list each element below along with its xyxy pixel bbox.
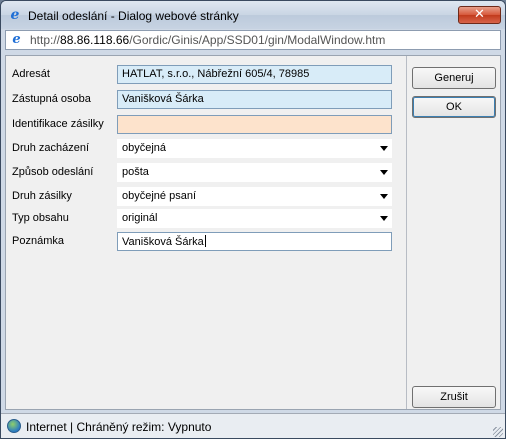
row-zpusob-odeslani: Způsob odeslání pošta	[6, 163, 406, 183]
url-host: 88.86.118.66	[60, 33, 130, 47]
button-panel: Generuj OK Zrušit	[406, 56, 500, 409]
dialog-window: e Detail odeslání - Dialog webové stránk…	[0, 0, 506, 439]
zastupna-osoba-field[interactable]: Vanišková Šárka	[117, 90, 392, 109]
ie-logo-icon: e	[10, 7, 20, 23]
text-caret	[204, 235, 206, 247]
zpusob-odeslani-select[interactable]: pošta	[117, 163, 392, 182]
dropdown-arrow-icon[interactable]	[380, 216, 388, 221]
row-druh-zasilky: Druh zásilky obyčejné psaní	[6, 187, 406, 207]
dialog-content: Adresát HATLAT, s.r.o., Nábřežní 605/4, …	[5, 55, 501, 410]
label-zpusob-odeslani: Způsob odeslání	[12, 166, 94, 178]
dropdown-arrow-icon[interactable]	[380, 170, 388, 175]
internet-zone-icon	[7, 419, 21, 433]
url-prefix: http://	[30, 33, 61, 47]
label-druh-zasilky: Druh zásilky	[12, 190, 72, 202]
label-identifikace: Identifikace zásilky	[12, 118, 104, 130]
poznamka-input[interactable]: Vanišková Šárka	[117, 232, 392, 251]
address-url: http://88.86.118.66/Gordic/Ginis/App/SSD…	[30, 33, 385, 47]
address-bar: e http://88.86.118.66/Gordic/Ginis/App/S…	[5, 30, 501, 50]
label-zastupna-osoba: Zástupná osoba	[12, 93, 91, 105]
window-title: Detail odeslání - Dialog webové stránky	[28, 9, 239, 23]
row-poznamka: Poznámka Vanišková Šárka	[6, 232, 406, 252]
row-adresat: Adresát HATLAT, s.r.o., Nábřežní 605/4, …	[6, 65, 406, 85]
title-bar[interactable]: e Detail odeslání - Dialog webové stránk…	[1, 1, 505, 29]
druh-zasilky-value: obyčejné psaní	[122, 190, 196, 202]
row-identifikace: Identifikace zásilky	[6, 115, 406, 135]
typ-obsahu-select[interactable]: originál	[117, 209, 392, 228]
adresat-field[interactable]: HATLAT, s.r.o., Nábřežní 605/4, 78985	[117, 65, 392, 84]
url-path: /Gordic/Ginis/App/SSD01/gin/ModalWindow.…	[129, 33, 386, 47]
druh-zasilky-select[interactable]: obyčejné psaní	[117, 187, 392, 206]
close-button[interactable]: ✕	[458, 6, 501, 24]
label-adresat: Adresát	[12, 68, 50, 80]
dropdown-arrow-icon[interactable]	[380, 146, 388, 151]
resize-grip-icon[interactable]	[493, 427, 503, 437]
row-zastupna-osoba: Zástupná osoba Vanišková Šárka	[6, 90, 406, 110]
generuj-button[interactable]: Generuj	[412, 67, 496, 89]
identifikace-zasilky-input[interactable]	[117, 115, 392, 134]
status-text: Internet | Chráněný režim: Vypnuto	[26, 420, 212, 434]
label-typ-obsahu: Typ obsahu	[12, 212, 69, 224]
dropdown-arrow-icon[interactable]	[380, 194, 388, 199]
label-poznamka: Poznámka	[12, 235, 64, 247]
status-bar: Internet | Chráněný režim: Vypnuto	[1, 413, 505, 438]
ie-page-icon: e	[12, 32, 21, 47]
label-druh-zachazeni: Druh zacházení	[12, 142, 90, 154]
row-druh-zachazeni: Druh zacházení obyčejná	[6, 139, 406, 159]
typ-obsahu-value: originál	[122, 212, 158, 224]
row-typ-obsahu: Typ obsahu originál	[6, 209, 406, 229]
form-panel: Adresát HATLAT, s.r.o., Nábřežní 605/4, …	[6, 56, 406, 409]
poznamka-value: Vanišková Šárka	[122, 236, 204, 248]
zrusit-button[interactable]: Zrušit	[412, 386, 496, 408]
ok-button[interactable]: OK	[412, 96, 496, 118]
druh-zachazeni-value: obyčejná	[122, 142, 167, 154]
druh-zachazeni-select[interactable]: obyčejná	[117, 139, 392, 158]
zpusob-odeslani-value: pošta	[122, 166, 149, 178]
